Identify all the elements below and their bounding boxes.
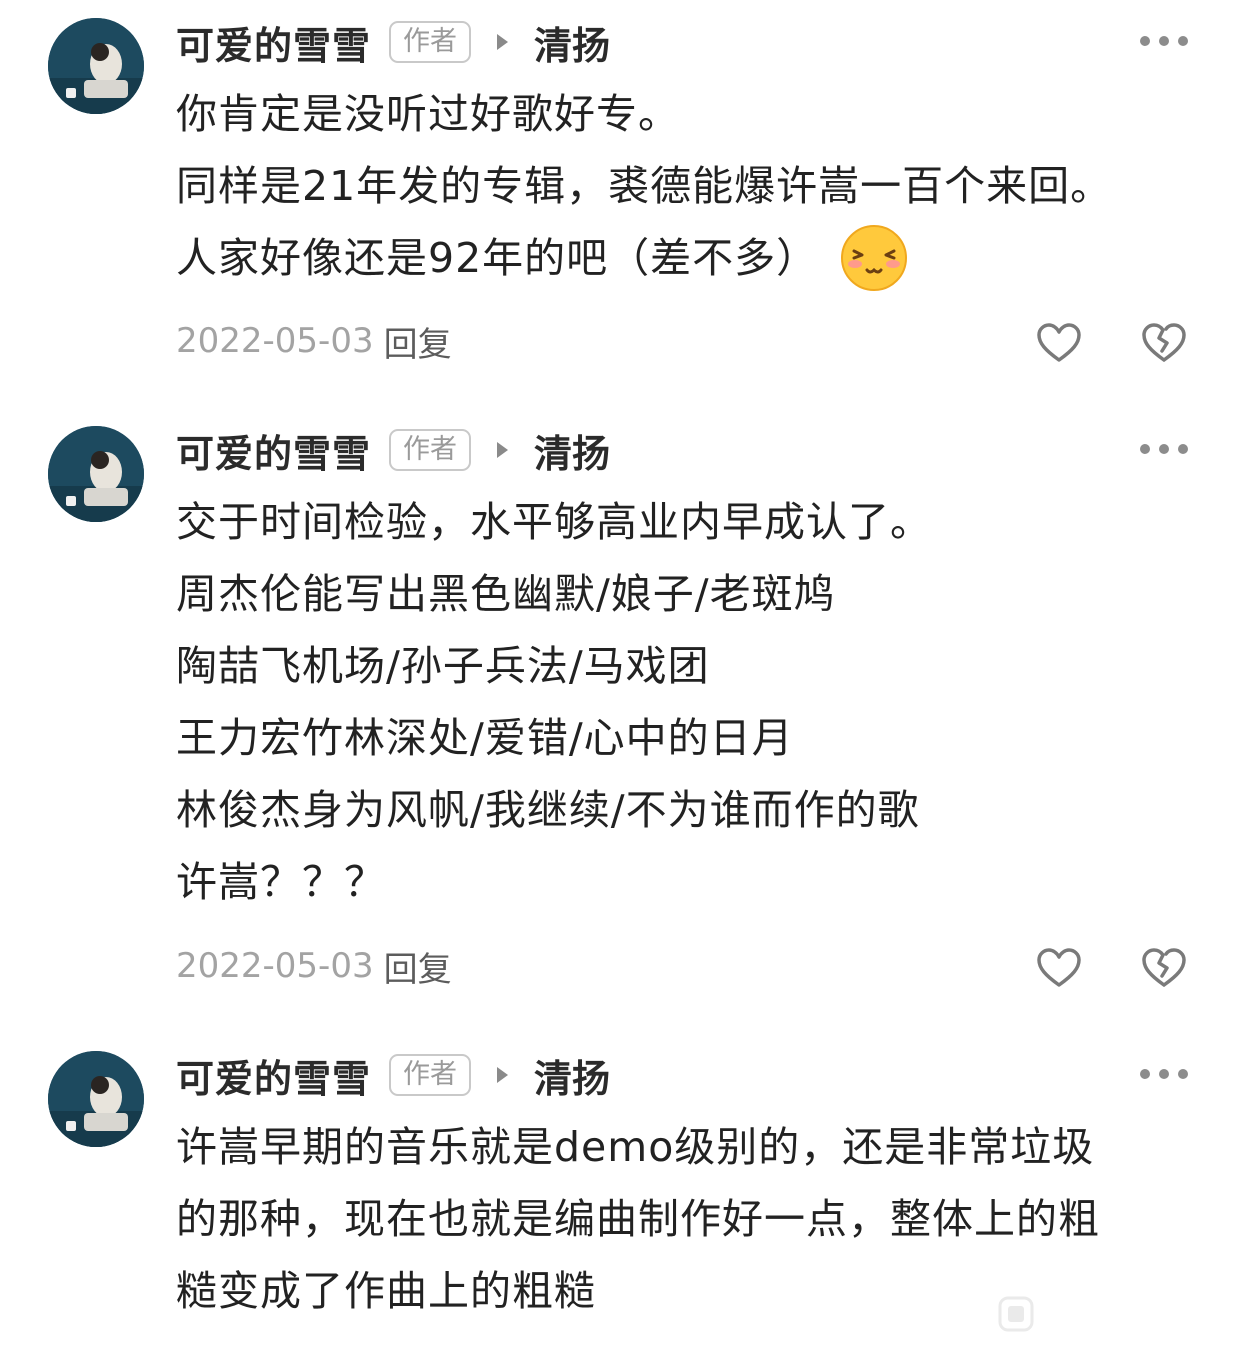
comment-meta: 2022-05-03 回复 — [176, 317, 452, 366]
username[interactable]: 可爱的雪雪 — [176, 1048, 371, 1103]
comment-line: 陶喆飞机场/孙子兵法/马戏团 — [176, 642, 710, 690]
comment-header: 可爱的雪雪 作者 清扬 — [176, 422, 610, 478]
triangle-right-icon — [497, 34, 509, 50]
avatar-image — [48, 18, 144, 114]
comment-item: 可爱的雪雪 作者 清扬 许嵩早期的音乐就是demo级别的，还是非常垃圾 的那种，… — [0, 1033, 1242, 1349]
heart-outline-icon[interactable] — [1035, 945, 1083, 993]
author-badge: 作者 — [389, 21, 472, 63]
comment-date: 2022-05-03 — [176, 946, 374, 986]
reply-target-username[interactable]: 清扬 — [534, 423, 610, 478]
comment-item: 可爱的雪雪 作者 清扬 你肯定是没听过好歌好专。 同样是21年发的专辑，裘德能爆… — [0, 0, 1242, 400]
heart-outline-icon[interactable] — [1035, 320, 1083, 368]
broken-heart-icon[interactable] — [1140, 320, 1188, 368]
username[interactable]: 可爱的雪雪 — [176, 15, 371, 70]
avatar[interactable] — [48, 426, 144, 522]
reply-target-username[interactable]: 清扬 — [534, 1048, 610, 1103]
comment-line: 许嵩？？？ — [176, 858, 386, 906]
comment-text: 交于时间检验，水平够高业内早成认了。 周杰伦能写出黑色幽默/娘子/老斑鸠 陶喆飞… — [176, 486, 1206, 918]
comment-line: 王力宏竹林深处/爱错/心中的日月 — [176, 714, 794, 762]
comment-text: 许嵩早期的音乐就是demo级别的，还是非常垃圾 的那种，现在也就是编曲制作好一点… — [176, 1111, 1206, 1327]
comment-header: 可爱的雪雪 作者 清扬 — [176, 14, 610, 70]
avatar-image — [48, 1051, 144, 1147]
comment-header: 可爱的雪雪 作者 清扬 — [176, 1047, 610, 1103]
comment-line: 人家好像还是92年的吧（差不多） — [176, 222, 1206, 294]
broken-heart-icon[interactable] — [1140, 945, 1188, 993]
reply-target-username[interactable]: 清扬 — [534, 15, 610, 70]
watermark-icon — [998, 1296, 1034, 1332]
comment-date: 2022-05-03 — [176, 321, 374, 361]
author-badge: 作者 — [389, 1054, 472, 1096]
comment-text: 你肯定是没听过好歌好专。 同样是21年发的专辑，裘德能爆许嵩一百个来回。 人家好… — [176, 78, 1206, 294]
more-dots-icon[interactable] — [1140, 442, 1188, 456]
author-badge: 作者 — [389, 429, 472, 471]
comment-line: 同样是21年发的专辑，裘德能爆许嵩一百个来回。 — [176, 162, 1113, 210]
avatar[interactable] — [48, 18, 144, 114]
comment-line-text: 人家好像还是92年的吧（差不多） — [176, 234, 819, 282]
triangle-right-icon — [497, 442, 509, 458]
comment-line: 的那种，现在也就是编曲制作好一点，整体上的粗 — [176, 1195, 1100, 1243]
avatar-image — [48, 426, 144, 522]
more-dots-icon[interactable] — [1140, 1067, 1188, 1081]
comment-line: 你肯定是没听过好歌好专。 — [176, 90, 680, 138]
reply-button[interactable]: 回复 — [384, 317, 452, 366]
username[interactable]: 可爱的雪雪 — [176, 423, 371, 478]
more-dots-icon[interactable] — [1140, 34, 1188, 48]
avatar[interactable] — [48, 1051, 144, 1147]
comment-line: 周杰伦能写出黑色幽默/娘子/老斑鸠 — [176, 570, 836, 618]
reply-button[interactable]: 回复 — [384, 942, 452, 991]
comment-line: 交于时间检验，水平够高业内早成认了。 — [176, 498, 932, 546]
comment-line: 糙变成了作曲上的粗糙 — [176, 1267, 596, 1315]
comment-meta: 2022-05-03 回复 — [176, 942, 452, 991]
shy-smile-emoji — [841, 225, 908, 291]
triangle-right-icon — [497, 1067, 509, 1083]
comment-line: 许嵩早期的音乐就是demo级别的，还是非常垃圾 — [176, 1123, 1095, 1171]
comment-line: 林俊杰身为风帆/我继续/不为谁而作的歌 — [176, 786, 920, 834]
comment-item: 可爱的雪雪 作者 清扬 交于时间检验，水平够高业内早成认了。 周杰伦能写出黑色幽… — [0, 408, 1242, 1018]
